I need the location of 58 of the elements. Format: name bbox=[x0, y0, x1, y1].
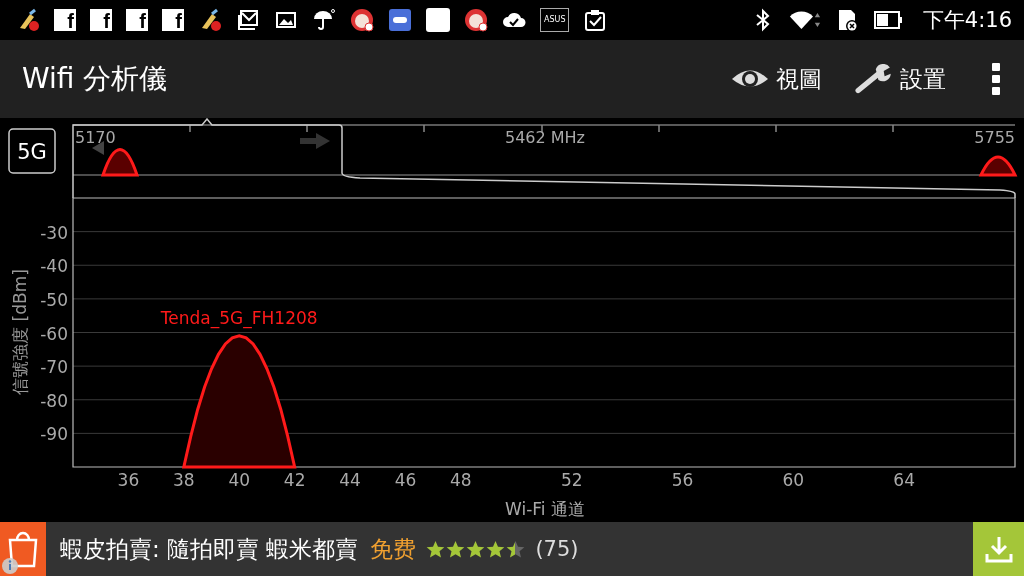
y-axis-tick-label: -90 bbox=[40, 424, 68, 445]
battery-icon bbox=[872, 8, 905, 32]
x-axis-tick-label: 52 bbox=[560, 470, 583, 490]
band-button[interactable]: 5G bbox=[8, 128, 56, 174]
app-logo-icon: f bbox=[162, 9, 184, 31]
overflow-menu-icon[interactable] bbox=[990, 62, 1002, 96]
viewport-frame[interactable] bbox=[72, 118, 1016, 199]
app-icon bbox=[350, 8, 374, 32]
shopping-bag-app-icon bbox=[0, 522, 46, 576]
overview-signal-curve bbox=[101, 148, 139, 177]
app-icon bbox=[426, 8, 450, 32]
x-axis-tick-label: 56 bbox=[671, 470, 694, 490]
x-axis-tick-label: 60 bbox=[782, 470, 805, 490]
x-axis-tick-label: 44 bbox=[339, 470, 361, 490]
app-logo-icon: ASUS bbox=[540, 8, 570, 32]
y-axis-tick-label: -50 bbox=[40, 289, 68, 310]
x-axis-tick-label: 46 bbox=[394, 470, 417, 490]
x-axis-tick-label: 38 bbox=[173, 470, 195, 490]
gamepad-icon bbox=[388, 8, 412, 32]
toolbar-action-button[interactable]: 設置 bbox=[846, 59, 954, 99]
x-axis-tick-label: 40 bbox=[228, 470, 251, 490]
clipboard-check-icon bbox=[583, 8, 608, 32]
app-logo-icon: f bbox=[126, 9, 148, 31]
network-name-label: Tenda_5G_FH1208 bbox=[160, 307, 318, 328]
app-icon bbox=[464, 8, 488, 32]
star-icon bbox=[486, 539, 506, 559]
download-icon bbox=[983, 534, 1014, 564]
y-axis-tick-label: -70 bbox=[40, 357, 68, 378]
app-logo-icon: f bbox=[90, 9, 112, 31]
x-axis-tick-label: 42 bbox=[283, 470, 306, 490]
mail-icon bbox=[236, 8, 260, 32]
frequency-label: 5755 bbox=[974, 128, 1015, 147]
star-icon bbox=[506, 539, 526, 559]
x-axis-tick-label: 48 bbox=[450, 470, 472, 490]
x-axis-tick-label: 36 bbox=[117, 470, 140, 490]
toolbar-action-button[interactable]: 視圖 bbox=[722, 59, 830, 99]
y-axis-title: 信號強度 [dBm] bbox=[10, 269, 30, 395]
left-arrow-icon[interactable] bbox=[92, 141, 104, 155]
ad-title: 蝦皮拍賣: 隨拍即賣 蝦米都賣 bbox=[60, 534, 359, 564]
wrench-icon bbox=[854, 64, 894, 94]
umbrella-icon bbox=[312, 8, 336, 32]
y-axis-tick-label: -80 bbox=[40, 390, 68, 411]
y-axis-tick-label: -30 bbox=[40, 222, 68, 243]
frequency-label: 5170 bbox=[75, 128, 116, 147]
y-axis-tick-label: -60 bbox=[40, 323, 68, 344]
clock-time: 下午4:16 bbox=[922, 7, 1012, 34]
overview-signal-curve bbox=[979, 155, 1017, 177]
app-logo-icon: f bbox=[54, 9, 76, 31]
x-axis-tick-label: 64 bbox=[893, 470, 915, 490]
frequency-label: 5462 MHz bbox=[505, 128, 585, 147]
review-count: (75) bbox=[535, 537, 580, 561]
star-icon bbox=[446, 539, 466, 559]
price-label: 免费 bbox=[370, 534, 417, 564]
app-title: Wifi 分析儀 bbox=[22, 61, 169, 97]
y-axis-tick-label: -40 bbox=[40, 256, 68, 277]
star-icon bbox=[466, 539, 486, 559]
x-axis-title: Wi-Fi 通道 bbox=[505, 499, 585, 519]
star-icon bbox=[426, 539, 446, 559]
